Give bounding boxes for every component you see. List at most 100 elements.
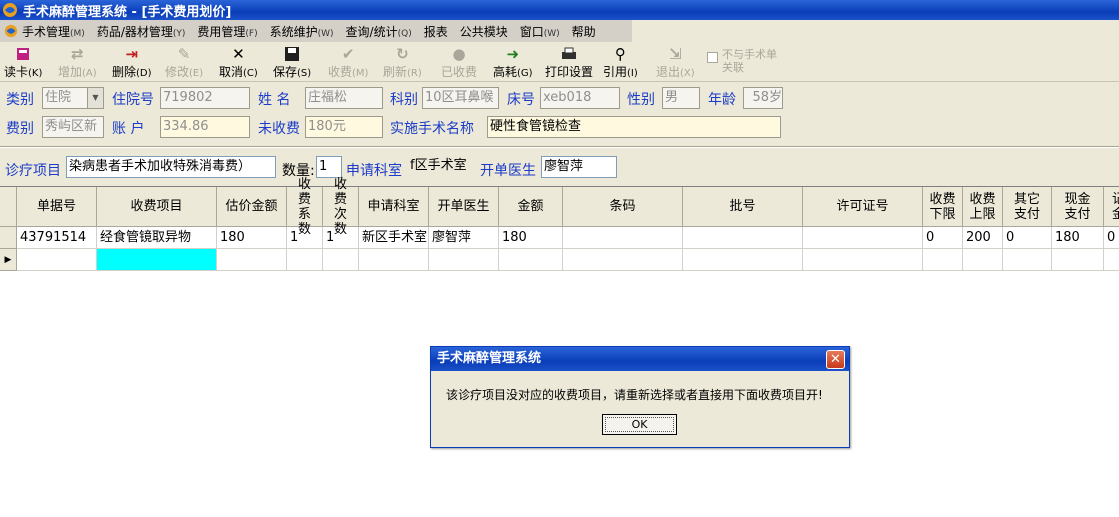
new-cell-lower-limit[interactable]: [923, 249, 963, 271]
refresh-button[interactable]: ↻ 刷新(R): [383, 45, 422, 81]
new-cell-bill-no[interactable]: [17, 249, 97, 271]
cell-times[interactable]: 1: [323, 227, 359, 249]
col-header-batch-no[interactable]: 批号: [683, 187, 803, 227]
menu-system[interactable]: 系统维护(W): [270, 23, 334, 40]
new-cell-upper-limit[interactable]: [963, 249, 1003, 271]
account-field[interactable]: 334.86: [160, 116, 250, 138]
cell-doctor[interactable]: 廖智萍: [429, 227, 499, 249]
cell-charge-item[interactable]: 经食管镜取异物: [97, 227, 217, 249]
cell-batch-no[interactable]: [683, 227, 803, 249]
col-header-doctor[interactable]: 开单医生: [429, 187, 499, 227]
add-button[interactable]: ⇄ 增加(A): [58, 45, 97, 81]
gender-field[interactable]: 男: [662, 87, 700, 109]
new-cell-cash-pay[interactable]: [1052, 249, 1104, 271]
cell-extra[interactable]: 0: [1104, 227, 1119, 249]
doctor-field[interactable]: 廖智萍: [541, 156, 617, 178]
new-cell-times[interactable]: [323, 249, 359, 271]
category-value: 住院: [45, 90, 72, 105]
cancel-button[interactable]: ✕ 取消(C): [219, 45, 258, 81]
menu-reports[interactable]: 报表: [424, 23, 448, 40]
fee-type-field[interactable]: 秀屿区新: [42, 116, 104, 138]
menu-query[interactable]: 查询/统计(Q): [346, 23, 412, 40]
name-field[interactable]: 庄福松: [305, 87, 383, 109]
treatment-item-label: 诊疗项目: [5, 163, 61, 179]
cell-upper-limit[interactable]: 200: [963, 227, 1003, 249]
col-header-license-no[interactable]: 许可证号: [803, 187, 923, 227]
col-header-extra[interactable]: 记金: [1104, 187, 1119, 227]
menu-help[interactable]: 帮助: [572, 23, 596, 40]
quantity-field[interactable]: 1: [316, 156, 342, 178]
new-cell-extra[interactable]: [1104, 249, 1119, 271]
new-cell-amount[interactable]: [499, 249, 563, 271]
new-cell-license-no[interactable]: [803, 249, 923, 271]
uncharged-field[interactable]: 180元: [305, 116, 383, 138]
high-consumable-button[interactable]: ➜ 高耗(G): [493, 45, 533, 81]
reference-button[interactable]: ⚲ 引用(I): [603, 45, 638, 81]
col-header-cash-pay[interactable]: 现金支付: [1052, 187, 1104, 227]
col-header-times[interactable]: 收费次数: [323, 177, 359, 237]
col-header-upper-limit[interactable]: 收费上限: [963, 187, 1003, 227]
row-header[interactable]: [0, 227, 17, 249]
new-cell-coefficient[interactable]: [287, 249, 323, 271]
charged-button[interactable]: ● 已收费: [441, 45, 477, 81]
mdi-icon[interactable]: [4, 24, 18, 38]
new-cell-charge-item[interactable]: [97, 249, 217, 271]
close-icon[interactable]: ✕: [826, 350, 845, 369]
menu-window[interactable]: 窗口(W): [520, 23, 560, 40]
category-select[interactable]: 住院 ▼: [42, 87, 104, 109]
read-card-button[interactable]: 读卡(K): [4, 45, 42, 81]
checkbox-box[interactable]: [707, 52, 718, 63]
dialog-title: 手术麻醉管理系统: [431, 347, 849, 371]
bed-no-field[interactable]: xeb018: [540, 87, 620, 109]
col-header-estimate[interactable]: 估价金额: [217, 187, 287, 227]
exit-button[interactable]: ⇲ 退出(X): [656, 45, 695, 81]
chevron-down-icon[interactable]: ▼: [87, 88, 103, 108]
cell-bill-no[interactable]: 43791514: [17, 227, 97, 249]
department-field[interactable]: 10区耳鼻喉: [422, 87, 499, 109]
request-dept-field[interactable]: f区手术室: [408, 156, 478, 178]
current-row-arrow-icon[interactable]: ▶: [0, 249, 17, 271]
col-header-charge-item[interactable]: 收费项目: [97, 187, 217, 227]
cell-cash-pay[interactable]: 180: [1052, 227, 1104, 249]
menu-drugs[interactable]: 药品/器材管理(Y): [97, 23, 186, 40]
ok-button[interactable]: OK: [602, 414, 677, 435]
cell-coefficient[interactable]: 1: [287, 227, 323, 249]
unlinked-checkbox[interactable]: 不与手术单 关联: [707, 48, 777, 74]
new-cell-barcode[interactable]: [563, 249, 683, 271]
age-field[interactable]: 58岁: [743, 87, 783, 109]
menu-public[interactable]: 公共模块: [460, 23, 508, 40]
add-icon: ⇄: [71, 45, 84, 63]
save-button[interactable]: 保存(S): [273, 45, 311, 81]
new-cell-doctor[interactable]: [429, 249, 499, 271]
cell-lower-limit[interactable]: 0: [923, 227, 963, 249]
department-label: 科别: [390, 92, 418, 108]
col-header-barcode[interactable]: 条码: [563, 187, 683, 227]
col-header-amount[interactable]: 金额: [499, 187, 563, 227]
cell-amount[interactable]: 180: [499, 227, 563, 249]
print-setup-button[interactable]: 打印设置: [545, 45, 593, 81]
treatment-item-field[interactable]: 染病患者手术加收特殊消毒费）: [66, 156, 276, 178]
new-cell-request-dept[interactable]: [359, 249, 429, 271]
cell-license-no[interactable]: [803, 227, 923, 249]
col-header-bill-no[interactable]: 单据号: [17, 187, 97, 227]
col-header-coefficient[interactable]: 收费系数: [287, 177, 323, 237]
new-cell-estimate[interactable]: [217, 249, 287, 271]
menu-fees[interactable]: 费用管理(F): [197, 23, 257, 40]
col-header-request-dept[interactable]: 申请科室: [359, 187, 429, 227]
menu-surgery[interactable]: 手术管理(M): [22, 23, 85, 40]
window-titlebar: 手术麻醉管理系统 - [手术费用划价]: [0, 0, 1119, 20]
modify-button[interactable]: ✎ 修改(E): [165, 45, 203, 81]
charge-button[interactable]: ✔ 收费(M): [328, 45, 368, 81]
doctor-label: 开单医生: [480, 163, 536, 179]
cell-estimate[interactable]: 180: [217, 227, 287, 249]
new-cell-other-pay[interactable]: [1003, 249, 1052, 271]
cell-barcode[interactable]: [563, 227, 683, 249]
col-header-lower-limit[interactable]: 收费下限: [923, 187, 963, 227]
cell-other-pay[interactable]: 0: [1003, 227, 1052, 249]
admission-no-field[interactable]: 719802: [160, 87, 250, 109]
surgery-name-field[interactable]: 硬性食管镜检查: [487, 116, 781, 138]
cell-request-dept[interactable]: 新区手术室: [359, 227, 429, 249]
delete-button[interactable]: ⇥ 删除(D): [112, 45, 152, 81]
new-cell-batch-no[interactable]: [683, 249, 803, 271]
col-header-other-pay[interactable]: 其它支付: [1003, 187, 1052, 227]
